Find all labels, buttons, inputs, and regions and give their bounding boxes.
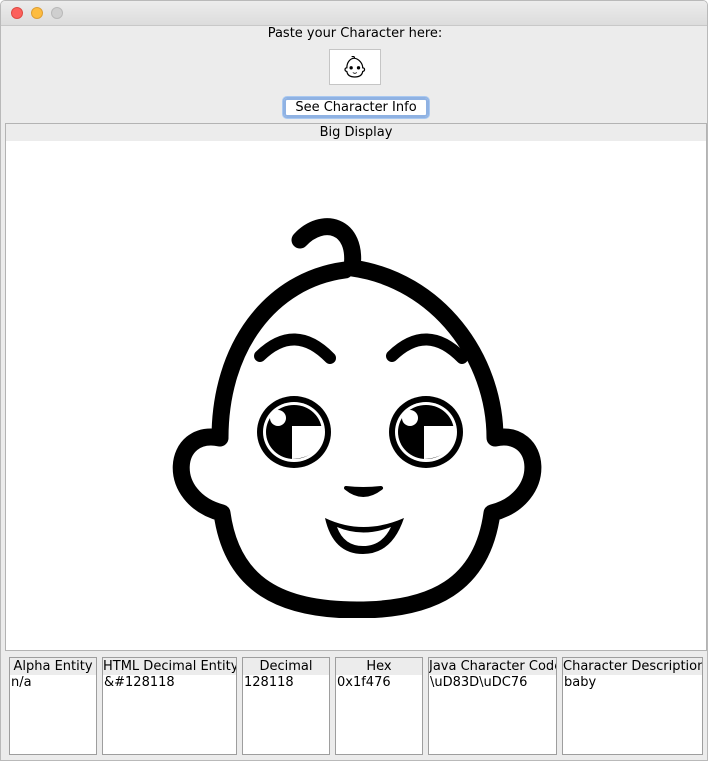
alpha-entity-field[interactable]: Alpha Entity n/a [9,657,97,755]
hex-value: 0x1f476 [337,675,391,690]
html-decimal-entity-title: HTML Decimal Entity [103,658,236,675]
see-character-info-button[interactable]: See Character Info [283,97,429,118]
alpha-entity-value: n/a [11,675,32,690]
character-description-title: Character Description [563,658,702,675]
title-bar [1,1,707,26]
baby-face-emoji-icon [344,56,366,78]
decimal-value: 128118 [244,675,294,690]
html-decimal-entity-value: &#128118 [104,675,175,690]
java-character-code-value: \uD83D\uDC76 [430,675,528,690]
big-display-header: Big Display [6,124,706,141]
character-input-field[interactable] [329,49,381,85]
paste-prompt-label: Paste your Character here: [267,26,443,41]
character-description-field[interactable]: Character Description baby [562,657,703,755]
hex-field[interactable]: Hex 0x1f476 [335,657,423,755]
alpha-entity-title: Alpha Entity [10,658,96,675]
hex-title: Hex [336,658,422,675]
java-character-code-title: Java Character Code [429,658,556,675]
minimize-window-button[interactable] [31,7,43,19]
decimal-title: Decimal [243,658,329,675]
decimal-field[interactable]: Decimal 128118 [242,657,330,755]
baby-face-icon [172,218,542,618]
big-display-panel: Big Display [5,123,707,651]
character-description-value: baby [564,675,597,690]
java-character-code-field[interactable]: Java Character Code \uD83D\uDC76 [428,657,557,755]
zoom-window-button[interactable] [51,7,63,19]
html-decimal-entity-field[interactable]: HTML Decimal Entity &#128118 [102,657,237,755]
close-window-button[interactable] [11,7,23,19]
app-window: Paste your Character here: See Character… [0,0,708,761]
